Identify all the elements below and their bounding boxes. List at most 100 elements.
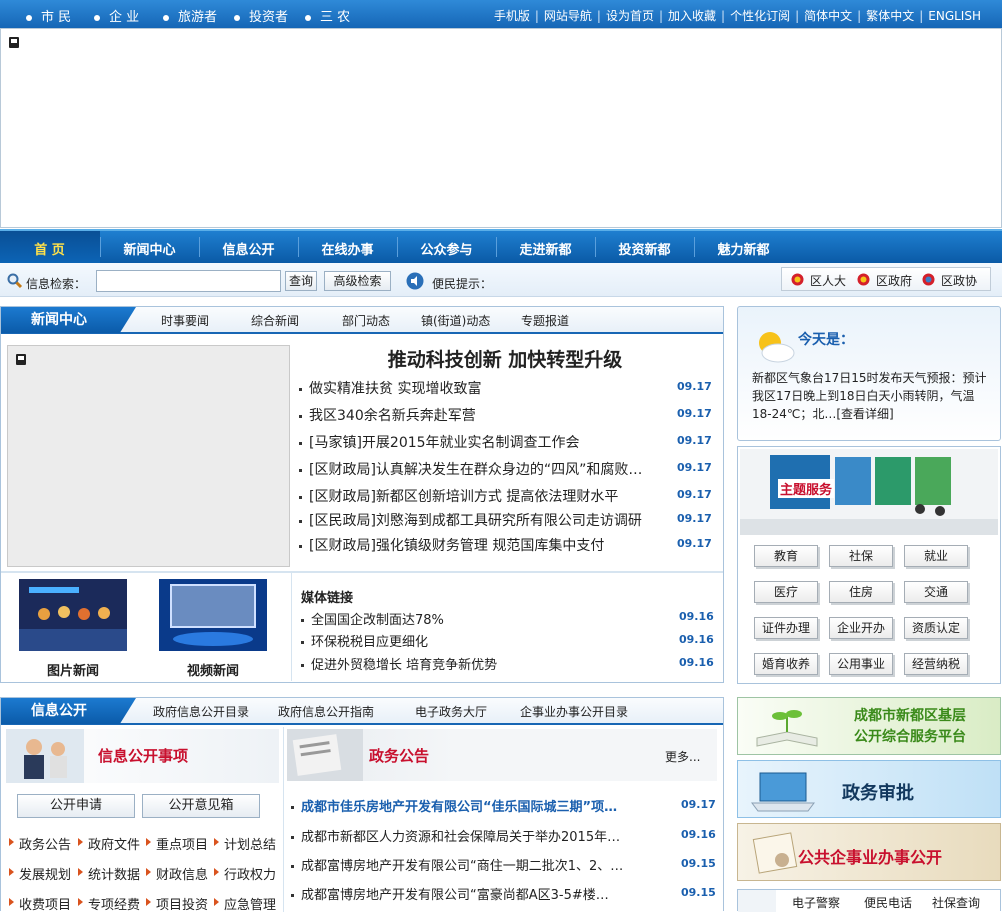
tab-gov-info-guide[interactable]: 政府信息公开指南: [278, 703, 374, 720]
grid-dev-planning-link[interactable]: 发展规划: [19, 864, 71, 883]
subscribe-link[interactable]: 个性化订阅: [725, 9, 795, 23]
nav-charm-xindu[interactable]: 魅力新都: [694, 239, 793, 258]
tab-gov-info-catalog[interactable]: 政府信息公开目录: [153, 703, 249, 720]
media-item[interactable]: 促进外贸稳增长 培育竞争新优势: [301, 654, 661, 673]
photo-news-thumbnail[interactable]: [19, 579, 127, 651]
traditional-chinese-link[interactable]: 繁体中文: [861, 9, 919, 23]
tab-special-reports[interactable]: 专题报道: [521, 312, 569, 329]
service-marriage-adoption-button[interactable]: 婚育收养: [754, 653, 818, 675]
headline-title[interactable]: 推动科技创新 加快转型升级: [297, 345, 713, 372]
service-social-security-button[interactable]: 社保: [829, 545, 893, 567]
hotline-link[interactable]: 便民电话: [864, 894, 912, 911]
audience-agriculture-link[interactable]: 三 农: [305, 6, 350, 25]
nav-public-participation[interactable]: 公众参与: [397, 239, 496, 258]
e-police-link[interactable]: 电子警察: [792, 894, 840, 911]
news-item[interactable]: [马家镇]开展2015年就业实名制调查工作会: [299, 432, 669, 452]
banner-area: [0, 28, 1002, 228]
add-favorite-link[interactable]: 加入收藏: [663, 9, 721, 23]
nav-home[interactable]: 首 页: [0, 239, 99, 258]
tab-e-gov-hall[interactable]: 电子政务大厅: [415, 703, 487, 720]
notice-item[interactable]: 成都市新都区人力资源和社会保障局关于举办2015年…: [291, 826, 661, 845]
site-nav-link[interactable]: 网站导航: [539, 9, 597, 23]
service-tax-button[interactable]: 经营纳税: [904, 653, 968, 675]
advanced-search-button[interactable]: 高级检索: [324, 271, 391, 291]
info-matters-header: 信息公开事项: [5, 729, 279, 783]
grid-project-investment-link[interactable]: 项目投资: [156, 894, 208, 913]
notice-item[interactable]: 成都富博房地产开发有限公司“商住一期二批次1、2、…: [291, 855, 661, 874]
more-link[interactable]: 更多...: [665, 748, 700, 765]
audience-investor-link[interactable]: 投资者: [234, 6, 288, 25]
set-homepage-link[interactable]: 设为首页: [601, 9, 659, 23]
social-security-query-link[interactable]: 社保查询: [932, 894, 980, 911]
district-government-link[interactable]: 区政府: [876, 272, 912, 289]
tab-town-news[interactable]: 镇(街道)动态: [421, 312, 490, 329]
news-item[interactable]: 我区340余名新兵奔赴军营: [299, 405, 659, 425]
audience-tourist-link[interactable]: 旅游者: [163, 6, 217, 25]
photo-news-label[interactable]: 图片新闻: [19, 660, 127, 679]
service-utilities-button[interactable]: 公用事业: [829, 653, 893, 675]
news-item[interactable]: 做实精准扶贫 实现增收致富: [299, 378, 659, 398]
service-employment-button[interactable]: 就业: [904, 545, 968, 567]
grid-finance-info-link[interactable]: 财政信息: [156, 864, 208, 883]
grid-emergency-link[interactable]: 应急管理: [224, 894, 276, 913]
audience-citizen-link[interactable]: 市 民: [26, 6, 71, 25]
tab-current-affairs[interactable]: 时事要闻: [161, 312, 209, 329]
simplified-chinese-link[interactable]: 简体中文: [799, 9, 857, 23]
public-apply-button[interactable]: 公开申请: [17, 794, 135, 818]
mobile-link[interactable]: 手机版: [489, 9, 535, 23]
nav-info-public[interactable]: 信息公开: [199, 239, 298, 258]
nav-online-service[interactable]: 在线办事: [298, 239, 397, 258]
nav-about-xindu[interactable]: 走进新都: [496, 239, 595, 258]
nav-news-center[interactable]: 新闻中心: [100, 239, 199, 258]
notice-item[interactable]: 成都市佳乐房地产开发有限公司“佳乐国际城三期”项…: [291, 796, 661, 815]
news-item[interactable]: [区民政局]刘愍海到成都工具研究所有限公司走访调研: [299, 510, 669, 530]
notice-item[interactable]: 成都富博房地产开发有限公司“富豪尚都A区3-5#楼…: [291, 884, 661, 903]
headline-image[interactable]: [7, 345, 290, 567]
service-certificates-button[interactable]: 证件办理: [754, 617, 818, 639]
cppcc-emblem-icon: [922, 273, 935, 286]
media-item[interactable]: 环保税税目应更细化: [301, 631, 661, 650]
public-affairs-label: 公共企事业办事公开: [798, 848, 943, 867]
grid-gov-documents-link[interactable]: 政府文件: [88, 834, 140, 853]
notice-date: 09.15: [681, 886, 716, 899]
district-cppcc-link[interactable]: 区政协: [941, 272, 977, 289]
grid-statistics-link[interactable]: 统计数据: [88, 864, 140, 883]
tab-general-news[interactable]: 综合新闻: [251, 312, 299, 329]
search-input[interactable]: [96, 270, 281, 292]
service-education-button[interactable]: 教育: [754, 545, 818, 567]
service-housing-button[interactable]: 住房: [829, 581, 893, 603]
english-link[interactable]: ENGLISH: [923, 9, 986, 23]
public-affairs-link[interactable]: 公共企事业办事公开: [737, 823, 1001, 881]
news-center-title[interactable]: 新闻中心: [1, 307, 136, 333]
service-medical-button[interactable]: 医疗: [754, 581, 818, 603]
grid-gov-notice-link[interactable]: 政务公告: [19, 834, 71, 853]
news-item[interactable]: [区财政局]认真解决发生在群众身边的“四风”和腐败…: [299, 459, 669, 479]
grid-special-funds-link[interactable]: 专项经费: [88, 894, 140, 913]
tab-department-news[interactable]: 部门动态: [342, 312, 390, 329]
grid-key-projects-link[interactable]: 重点项目: [156, 834, 208, 853]
audience-enterprise-link[interactable]: 企 业: [94, 6, 139, 25]
opinion-box-button[interactable]: 公开意见箱: [142, 794, 260, 818]
service-business-setup-button[interactable]: 企业开办: [829, 617, 893, 639]
documents-stamp-icon: [752, 832, 798, 874]
search-button[interactable]: 查询: [285, 271, 317, 291]
info-public-title[interactable]: 信息公开: [1, 698, 136, 724]
video-news-thumbnail[interactable]: [159, 579, 267, 651]
video-news-label[interactable]: 视频新闻: [159, 660, 267, 679]
service-qualification-button[interactable]: 资质认定: [904, 617, 968, 639]
grid-admin-power-link[interactable]: 行政权力: [224, 864, 276, 883]
news-date: 09.17: [677, 461, 712, 474]
service-transport-button[interactable]: 交通: [904, 581, 968, 603]
grassroots-platform-link[interactable]: 成都市新都区基层 公开综合服务平台: [737, 697, 1001, 755]
weather-text[interactable]: 新都区气象台17日15时发布天气预报：预计我区17日晚上到18日白天小雨转阴，气…: [752, 369, 990, 423]
news-item[interactable]: [区财政局]新都区创新培训方式 提高依法理财水平: [299, 486, 669, 506]
district-congress-link[interactable]: 区人大: [810, 272, 846, 289]
nav-invest-xindu[interactable]: 投资新都: [595, 239, 694, 258]
tab-enterprise-catalog[interactable]: 企事业办事公开目录: [520, 703, 628, 720]
search-row: 信息检索： 查询 高级检索 便民提示： 区人大 区政府 区政协: [0, 263, 1002, 297]
grid-fees-link[interactable]: 收费项目: [19, 894, 71, 913]
gov-approval-link[interactable]: 政务审批: [737, 760, 1001, 818]
news-item[interactable]: [区财政局]强化镇级财务管理 规范国库集中支付: [299, 535, 669, 555]
grid-plans-summary-link[interactable]: 计划总结: [224, 834, 276, 853]
media-item[interactable]: 全国国企改制面达78%: [301, 609, 661, 628]
